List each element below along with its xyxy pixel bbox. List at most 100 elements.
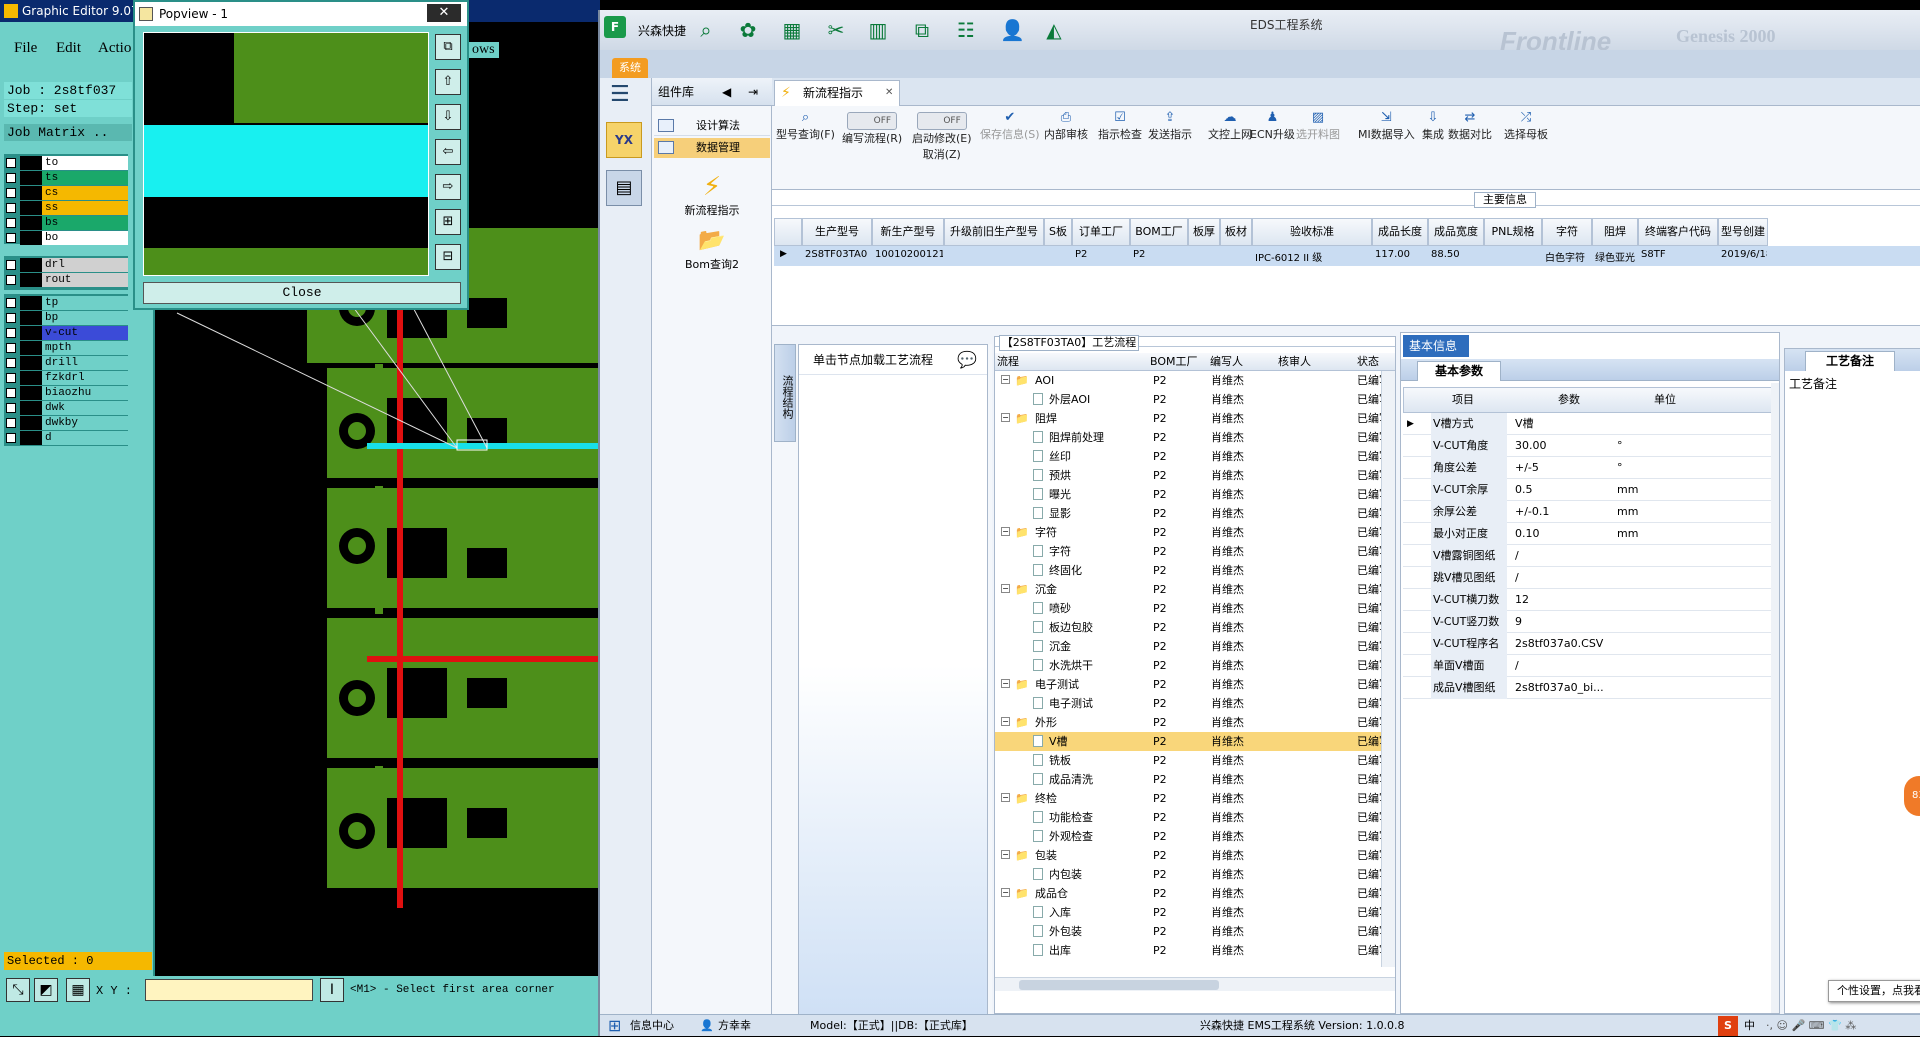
- layer-checkbox[interactable]: [6, 158, 16, 168]
- process-row[interactable]: −📁 成品仓 P2 肖维杰 已编写: [995, 884, 1381, 903]
- process-row[interactable]: −📁 阻焊 P2 肖维杰 已编写: [995, 409, 1381, 428]
- main-info-column-header[interactable]: 验收标准: [1252, 218, 1372, 246]
- layer-row[interactable]: bp: [6, 311, 128, 325]
- layer-row[interactable]: d: [6, 431, 128, 445]
- table-icon[interactable]: ☷: [954, 18, 978, 42]
- layer-row[interactable]: mpth: [6, 341, 128, 355]
- process-row[interactable]: 内包装 P2 肖维杰 已编写: [995, 865, 1381, 884]
- toolbar-button[interactable]: ✔ 保存信息(S): [980, 110, 1040, 142]
- popview-close-icon[interactable]: ✕: [427, 4, 461, 22]
- snap-tool-button[interactable]: ◩: [34, 978, 58, 1002]
- main-info-column-header[interactable]: 新生产型号: [872, 218, 944, 246]
- basic-info-scroll[interactable]: [1771, 383, 1779, 1013]
- process-row[interactable]: 曝光 P2 肖维杰 已编写: [995, 485, 1381, 504]
- gear-icon[interactable]: ✿: [736, 18, 760, 42]
- process-row[interactable]: 沉金 P2 肖维杰 已编写: [995, 637, 1381, 656]
- process-row[interactable]: −📁 包装 P2 肖维杰 已编写: [995, 846, 1381, 865]
- process-row[interactable]: 入库 P2 肖维杰 已编写: [995, 903, 1381, 922]
- basic-info-row[interactable]: V-CUT竖刀数 9: [1403, 611, 1773, 633]
- main-info-column-header[interactable]: 升级前旧生产型号: [944, 218, 1044, 246]
- main-info-row[interactable]: 2S8TF03TA0 10010200121301 P2 P2 IPC-6012 II …: [774, 246, 1920, 266]
- toolbar-button[interactable]: ⇪ 发送指示: [1148, 110, 1192, 142]
- toolbar-button[interactable]: ⇩ 集成: [1422, 110, 1444, 142]
- layer-row[interactable]: ss: [6, 201, 128, 215]
- basic-info-row[interactable]: 跳V槽见图纸 /: [1403, 567, 1773, 589]
- process-row[interactable]: 终固化 P2 肖维杰 已编写: [995, 561, 1381, 580]
- popview-left-button[interactable]: ⇦: [435, 139, 461, 165]
- process-row[interactable]: 电子测试 P2 肖维杰 已编写: [995, 694, 1381, 713]
- toggle-switch[interactable]: OFF: [916, 112, 967, 130]
- collapse-icon[interactable]: −: [1001, 413, 1010, 422]
- process-row[interactable]: 预烘 P2 肖维杰 已编写: [995, 466, 1381, 485]
- collapse-icon[interactable]: −: [1001, 679, 1010, 688]
- popview-up-button[interactable]: ⇧: [435, 69, 461, 95]
- collapse-icon[interactable]: −: [1001, 793, 1010, 802]
- toolbar-button[interactable]: ⇲ MI数据导入: [1358, 110, 1415, 142]
- popview-zoom-out-button[interactable]: ⊟: [435, 244, 461, 270]
- new-process-tool[interactable]: ⚡ 新流程指示: [652, 172, 772, 218]
- popview-down-button[interactable]: ⇩: [435, 104, 461, 130]
- process-row[interactable]: −📁 外形 P2 肖维杰 已编写: [995, 713, 1381, 732]
- process-row[interactable]: −📁 电子测试 P2 肖维杰 已编写: [995, 675, 1381, 694]
- process-row[interactable]: 外层AOI P2 肖维杰 已编写: [995, 390, 1381, 409]
- layer-row[interactable]: bs: [6, 216, 128, 230]
- process-row[interactable]: 丝印 P2 肖维杰 已编写: [995, 447, 1381, 466]
- main-info-column-header[interactable]: 阻焊: [1592, 218, 1638, 246]
- layer-checkbox[interactable]: [6, 203, 16, 213]
- collapse-icon[interactable]: −: [1001, 717, 1010, 726]
- basic-info-row[interactable]: V-CUT程序名 2s8tf037a0.CSV: [1403, 633, 1773, 655]
- toolbar-button[interactable]: ⇄ 数据对比: [1448, 110, 1492, 142]
- main-info-column-header[interactable]: 板厚: [1188, 218, 1220, 246]
- basic-info-row[interactable]: V-CUT横刀数 12: [1403, 589, 1773, 611]
- layer-row[interactable]: drl: [6, 258, 128, 272]
- basic-info-row[interactable]: 角度公差 +/-5 °: [1403, 457, 1773, 479]
- layer-checkbox[interactable]: [6, 233, 16, 243]
- pin-icon[interactable]: ⇥: [748, 78, 758, 106]
- layer-checkbox[interactable]: [6, 188, 16, 198]
- scissors-icon[interactable]: ✂: [824, 18, 848, 42]
- layer-checkbox[interactable]: [6, 173, 16, 183]
- process-row[interactable]: 阻焊前处理 P2 肖维杰 已编写: [995, 428, 1381, 447]
- process-vscroll[interactable]: [1381, 371, 1395, 967]
- menu-windows-tail[interactable]: ows: [468, 42, 499, 58]
- system-tab[interactable]: 系统: [612, 58, 648, 78]
- toolbar-button[interactable]: ⤮ 选择母板: [1504, 110, 1548, 142]
- layer-row[interactable]: dwk: [6, 401, 128, 415]
- zoom-tool-button[interactable]: ⤡: [6, 978, 30, 1002]
- process-row[interactable]: 出库 P2 肖维杰 已编写: [995, 941, 1381, 960]
- layer-row[interactable]: v-cut: [6, 326, 128, 340]
- process-hscroll[interactable]: [995, 977, 1395, 991]
- layer-row[interactable]: fzkdrl: [6, 371, 128, 385]
- process-row[interactable]: −📁 终检 P2 肖维杰 已编写: [995, 789, 1381, 808]
- layer-checkbox[interactable]: [6, 218, 16, 228]
- tab-close-icon[interactable]: ✕: [885, 81, 893, 105]
- process-row[interactable]: 字符 P2 肖维杰 已编写: [995, 542, 1381, 561]
- copy-icon[interactable]: ⧉: [910, 18, 934, 42]
- layer-checkbox[interactable]: [6, 328, 16, 338]
- layer-row[interactable]: tp: [6, 296, 128, 310]
- layer-row[interactable]: rout: [6, 273, 128, 287]
- grid-tool-button[interactable]: ▦: [66, 978, 90, 1002]
- basic-info-row[interactable]: V-CUT角度 30.00 °: [1403, 435, 1773, 457]
- tab-basic-params[interactable]: 基本参数: [1417, 361, 1501, 381]
- process-row[interactable]: 显影 P2 肖维杰 已编写: [995, 504, 1381, 523]
- film-icon[interactable]: ▥: [866, 18, 890, 42]
- toolbar-button[interactable]: OFF 启动修改(E) 取消(Z): [912, 112, 972, 162]
- info-button[interactable]: I: [320, 978, 344, 1002]
- main-info-column-header[interactable]: 订单工厂: [1072, 218, 1130, 246]
- layer-checkbox[interactable]: [6, 298, 16, 308]
- layer-checkbox[interactable]: [6, 403, 16, 413]
- toolbar-button[interactable]: ☁ 文控上网: [1208, 110, 1252, 142]
- chart-icon[interactable]: ◭: [1042, 18, 1066, 42]
- sogou-ime-icon[interactable]: S: [1718, 1016, 1738, 1036]
- layer-checkbox[interactable]: [6, 433, 16, 443]
- floating-badge[interactable]: 83: [1904, 776, 1920, 816]
- layer-row[interactable]: bo: [6, 231, 128, 245]
- windows-icon[interactable]: ⊞: [608, 1015, 621, 1037]
- process-row[interactable]: V槽 P2 肖维杰 已编写: [995, 732, 1381, 751]
- collapse-icon[interactable]: −: [1001, 888, 1010, 897]
- layer-row[interactable]: biaozhu: [6, 386, 128, 400]
- collapse-icon[interactable]: −: [1001, 850, 1010, 859]
- popview-fit-button[interactable]: ⧉: [435, 34, 461, 60]
- process-row[interactable]: 外包装 P2 肖维杰 已编写: [995, 922, 1381, 941]
